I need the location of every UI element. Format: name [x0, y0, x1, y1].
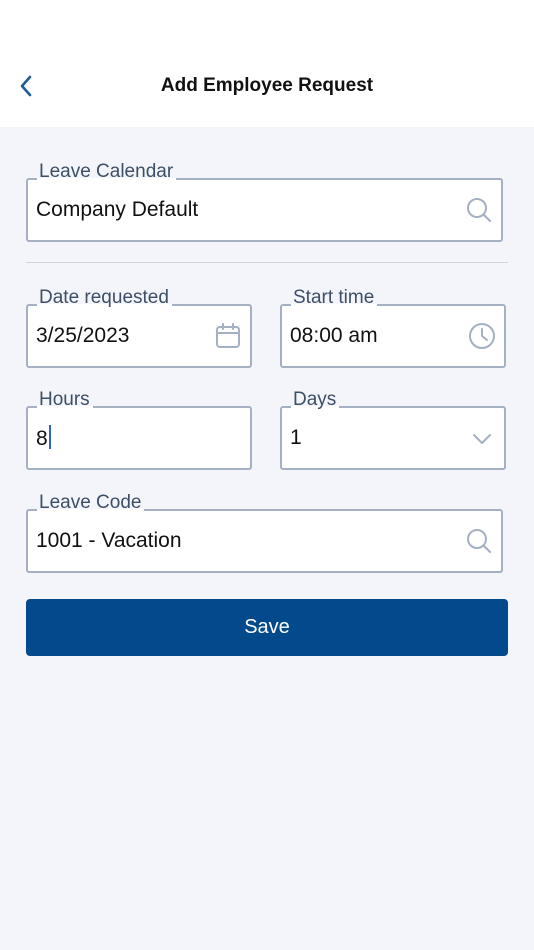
leave-calendar-field[interactable]: Leave Calendar Company Default — [26, 161, 503, 242]
date-requested-value: 3/25/2023 — [36, 324, 130, 347]
start-time-label: Start time — [291, 287, 378, 309]
save-button[interactable]: Save — [26, 599, 508, 656]
days-value: 1 — [290, 426, 302, 449]
search-icon[interactable] — [465, 527, 493, 555]
page-title: Add Employee Request — [160, 75, 374, 96]
days-select[interactable]: Days 1 — [280, 389, 506, 470]
leave-code-field[interactable]: Leave Code 1001 - Vacation — [26, 492, 503, 573]
leave-calendar-label: Leave Calendar — [37, 161, 177, 183]
start-time-value: 08:00 am — [290, 324, 378, 347]
hours-field[interactable]: Hours 8 — [26, 389, 252, 470]
date-requested-label: Date requested — [37, 287, 172, 309]
clock-icon[interactable] — [468, 322, 496, 350]
section-divider — [26, 262, 508, 263]
chevron-down-icon[interactable] — [468, 424, 496, 452]
leave-calendar-value: Company Default — [36, 198, 199, 221]
hours-value-wrapper[interactable]: 8 — [36, 425, 51, 451]
date-requested-field[interactable]: Date requested 3/25/2023 — [26, 287, 252, 368]
text-cursor — [48, 425, 51, 449]
leave-code-label: Leave Code — [37, 492, 145, 514]
search-icon[interactable] — [465, 196, 493, 224]
days-label: Days — [291, 389, 340, 411]
hours-label: Hours — [37, 389, 93, 411]
start-time-field[interactable]: Start time 08:00 am — [280, 287, 506, 368]
calendar-icon[interactable] — [214, 322, 242, 350]
header-bar: Add Employee Request — [0, 0, 534, 127]
hours-value: 8 — [36, 427, 48, 450]
leave-code-value: 1001 - Vacation — [36, 529, 182, 552]
